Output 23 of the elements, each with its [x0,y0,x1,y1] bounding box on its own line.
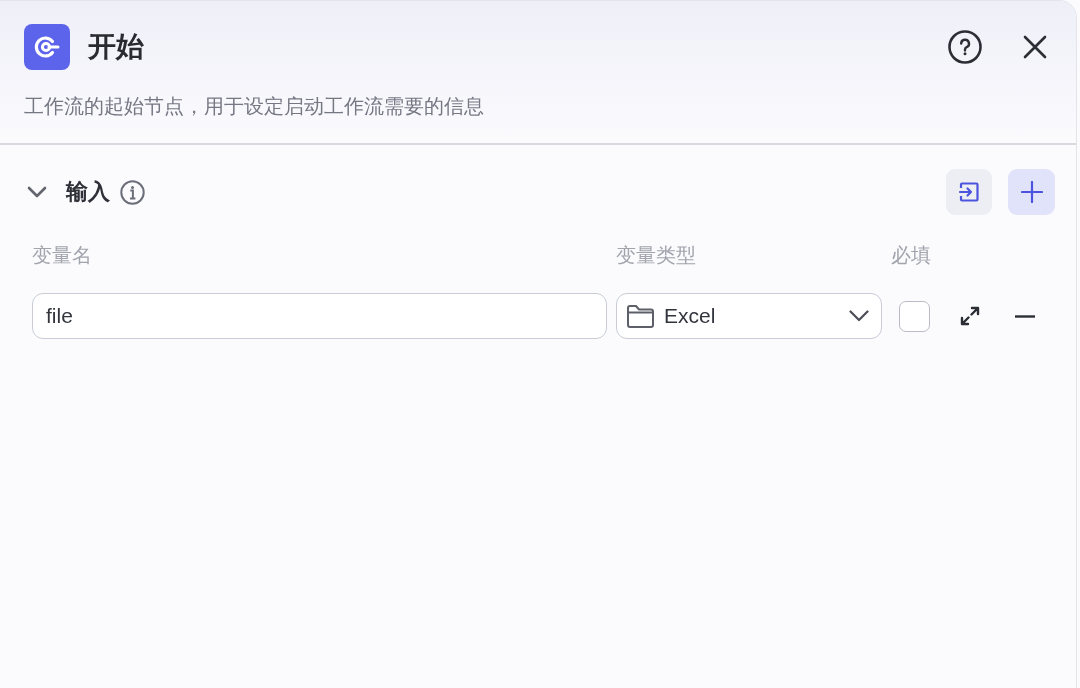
help-icon [948,30,982,64]
minus-icon [1015,314,1035,318]
info-icon [120,179,145,205]
plus-icon [1020,181,1043,203]
chevron-down-icon [27,186,47,198]
variable-name-field[interactable]: file [32,293,607,339]
close-icon [1023,35,1047,59]
add-variable-button[interactable] [1008,169,1055,215]
required-checkbox[interactable] [899,300,930,332]
column-header: 变量类型 [616,243,697,268]
chevron-down-icon [849,310,869,322]
import-icon [957,180,981,204]
column-header: 变量名 [32,243,93,268]
column-header: 必填 [891,243,931,268]
variable-type-select[interactable]: Excel [616,293,882,339]
section-title: 输入 [66,178,110,206]
node-title: 开始 [88,30,144,64]
folder-icon [626,303,655,329]
node-description: 工作流的起始节点，用于设定启动工作流需要的信息 [24,94,485,119]
expand-arrows-icon [959,305,981,327]
import-button[interactable] [946,169,992,215]
help-button[interactable] [946,28,984,66]
start-node-icon [24,24,70,70]
